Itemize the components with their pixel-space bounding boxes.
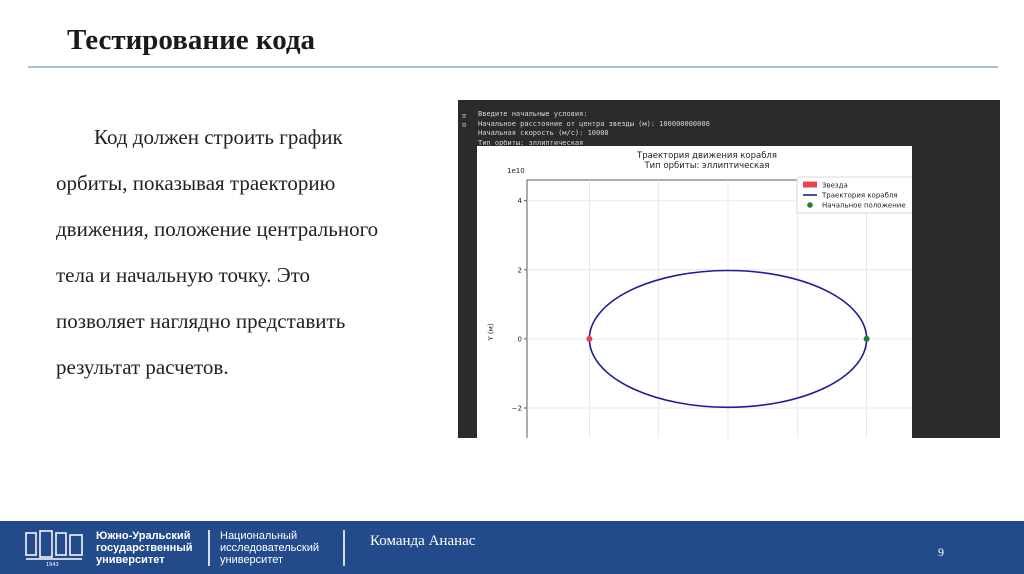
svg-text:1943: 1943 xyxy=(46,562,59,567)
legend-swatch xyxy=(803,181,817,188)
footer-divider xyxy=(343,530,345,566)
console-line: Начальное расстояние от центра звезды (м… xyxy=(478,119,710,128)
y-scale-label: 1e10 xyxy=(507,167,525,175)
slide-body: Код должен строить график орбиты, показы… xyxy=(56,114,456,390)
plot-frame xyxy=(526,179,912,438)
console-side-icons: ≡ ⚙ xyxy=(462,112,466,130)
body-line: движения, положение центрального xyxy=(56,217,379,241)
chart-title: Траектория движения корабля xyxy=(636,151,777,161)
y-tick-label: 0 xyxy=(518,335,522,343)
chart-legend: Звезда Траектория корабля Начальное положе… xyxy=(796,176,912,214)
legend-label: Звезда xyxy=(822,182,848,190)
university-name: Южно-Уральский государственный университ… xyxy=(96,530,193,566)
body-line: тела и начальную точку. Это xyxy=(56,263,311,287)
console-line: Начальная скорость (м/с): 10000 xyxy=(478,129,609,137)
university-logo: 1943 xyxy=(24,529,86,568)
plot-area: 4 2 0 −2 xyxy=(512,179,912,438)
body-line: орбиты, показывая траекторию xyxy=(56,171,336,195)
legend-label: Начальное положение xyxy=(822,202,906,210)
body-line: позволяет наглядно представить xyxy=(56,309,346,333)
y-tick-label: 2 xyxy=(518,266,522,274)
body-line: Код должен строить график xyxy=(94,125,343,149)
console-output: Введите начальные условия: Начальное расс… xyxy=(478,110,710,148)
orbit-chart-svg: Траектория движения корабля Тип орбиты: … xyxy=(487,151,912,438)
star-marker xyxy=(586,335,593,342)
y-tick-label: −2 xyxy=(512,405,522,413)
body-line: результат расчетов. xyxy=(56,355,229,379)
settings-output-icon: ⚙ xyxy=(462,121,467,129)
chart-subtitle: Тип орбиты: эллиптическая xyxy=(643,161,769,171)
legend-label: Траектория корабля xyxy=(821,192,898,200)
code-output-screenshot: ≡ ⚙ Введите начальные условия: Начальное … xyxy=(458,100,1000,438)
slide-title: Тестирование кода xyxy=(67,24,316,56)
page-number: 9 xyxy=(938,545,944,559)
start-position-marker xyxy=(863,335,870,342)
console-line: Введите начальные условия: xyxy=(478,110,588,118)
legend-swatch xyxy=(807,202,813,208)
university-status: Национальный исследовательский университ… xyxy=(220,530,319,566)
run-output-icon: ≡ xyxy=(462,112,467,120)
footer-bar: 1943 Южно-Уральский государственный унив… xyxy=(0,521,1024,574)
team-name: Команда Ананас xyxy=(370,533,476,549)
y-tick-label: 4 xyxy=(518,197,523,205)
y-axis-label: Y (м) xyxy=(487,323,495,342)
footer-divider xyxy=(208,530,210,566)
title-divider xyxy=(28,66,998,68)
orbit-plot: Траектория движения корабля Тип орбиты: … xyxy=(477,146,912,438)
